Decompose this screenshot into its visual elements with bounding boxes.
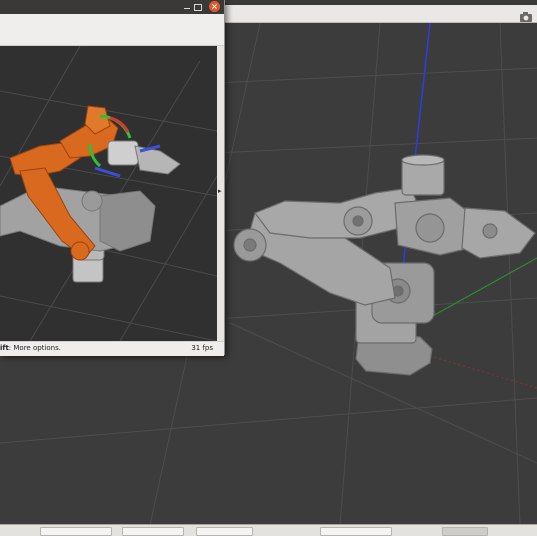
y-axis-line [419, 257, 537, 324]
moveit-statusbar: ift: More options. 31 fps [0, 341, 224, 356]
panel-splitter[interactable]: ▸ [217, 46, 224, 341]
status-key: ift [0, 344, 9, 352]
sim-time-field [40, 527, 112, 536]
end-effector [107, 140, 181, 175]
expand-arrow-icon[interactable]: ▸ [218, 187, 222, 195]
fps-counter: 31 fps [191, 344, 213, 352]
iterations-field [320, 527, 392, 536]
minimize-icon[interactable] [184, 4, 190, 9]
close-icon[interactable]: × [209, 1, 220, 12]
rviz-3d-viewport[interactable] [0, 46, 217, 341]
status-message: : More options. [8, 344, 61, 352]
real-time-factor-field [196, 527, 253, 536]
reset-time-button[interactable] [442, 527, 488, 536]
moveit-window: × ▸ ift: More options. 31 fps [0, 0, 225, 356]
robot-arm-model [233, 154, 536, 376]
x-axis-line [419, 352, 537, 389]
status-hint: ift: More options. [0, 344, 61, 352]
real-time-field [122, 527, 184, 536]
moveit-menubar [0, 14, 224, 46]
main-statusbar [0, 524, 537, 536]
camera-icon[interactable] [519, 11, 533, 23]
moveit-window-titlebar: × [0, 0, 224, 14]
maximize-icon[interactable] [194, 4, 202, 11]
